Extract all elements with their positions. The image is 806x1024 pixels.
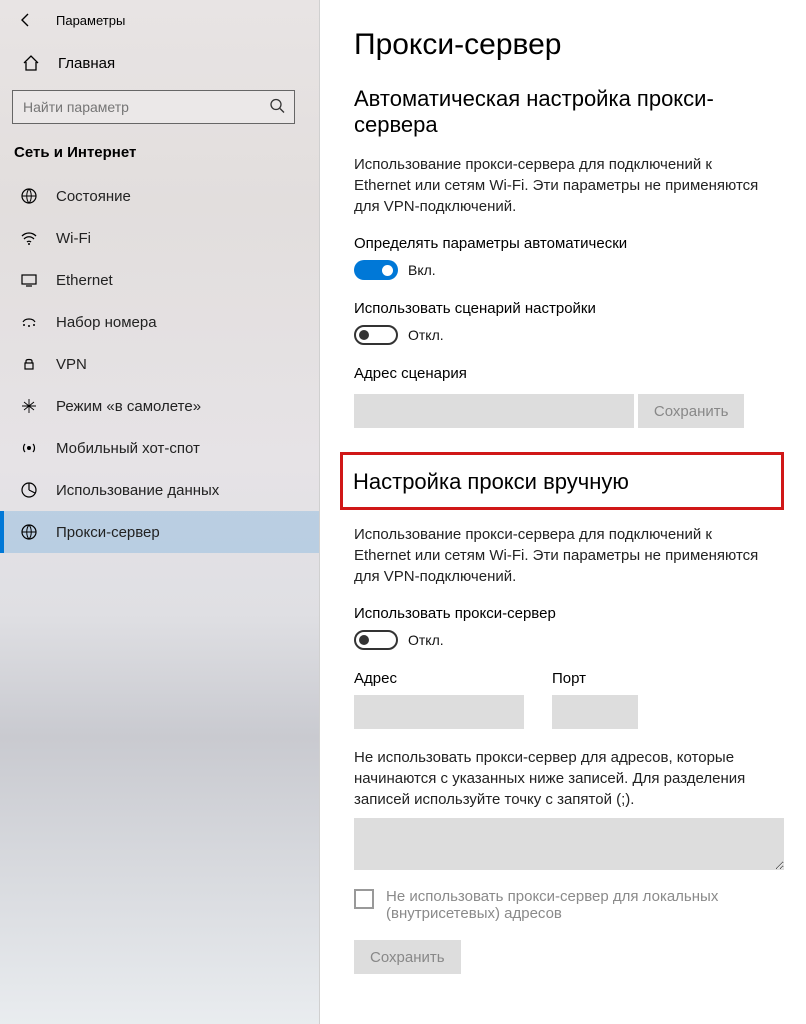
manual-save-button[interactable]: Сохранить xyxy=(354,940,461,974)
app-title: Параметры xyxy=(56,13,125,28)
auto-section-desc: Использование прокси-сервера для подключ… xyxy=(354,154,772,217)
dialup-icon xyxy=(20,313,38,331)
port-label: Порт xyxy=(552,670,638,687)
category-header: Сеть и Интернет xyxy=(0,138,319,175)
ethernet-icon xyxy=(20,271,38,289)
sidebar-item-dialup[interactable]: Набор номера xyxy=(0,301,319,343)
home-icon xyxy=(22,54,40,72)
sidebar-item-label: Мобильный хот-спот xyxy=(56,440,200,457)
sidebar-item-label: Использование данных xyxy=(56,482,219,499)
sidebar-item-vpn[interactable]: VPN xyxy=(0,343,319,385)
sidebar: Параметры Главная Сеть и Интернет Состоя… xyxy=(0,0,320,1024)
sidebar-item-status[interactable]: Состояние xyxy=(0,175,319,217)
proxy-icon xyxy=(20,523,38,541)
sidebar-item-label: Состояние xyxy=(56,188,131,205)
sidebar-item-datausage[interactable]: Использование данных xyxy=(0,469,319,511)
exceptions-input[interactable] xyxy=(354,818,784,870)
search-row xyxy=(0,86,319,138)
home-nav[interactable]: Главная xyxy=(0,34,319,86)
use-proxy-toggle[interactable] xyxy=(354,630,398,650)
use-script-state: Откл. xyxy=(408,327,444,343)
hotspot-icon xyxy=(20,439,38,457)
use-proxy-label: Использовать прокси-сервер xyxy=(354,605,772,622)
sidebar-item-wifi[interactable]: Wi-Fi xyxy=(0,217,319,259)
address-input[interactable] xyxy=(354,695,524,729)
sidebar-item-hotspot[interactable]: Мобильный хот-спот xyxy=(0,427,319,469)
sidebar-item-label: Ethernet xyxy=(56,272,113,289)
manual-section-desc: Использование прокси-сервера для подключ… xyxy=(354,524,772,587)
address-col: Адрес xyxy=(354,670,524,729)
script-address-label: Адрес сценария xyxy=(354,365,772,382)
back-button[interactable] xyxy=(18,12,34,28)
use-proxy-state: Откл. xyxy=(408,632,444,648)
manual-section-title: Настройка прокси вручную xyxy=(353,469,771,495)
title-bar: Параметры xyxy=(0,0,319,34)
status-icon xyxy=(20,187,38,205)
address-label: Адрес xyxy=(354,670,524,687)
use-script-toggle[interactable] xyxy=(354,325,398,345)
exceptions-text: Не использовать прокси-сервер для адресо… xyxy=(354,747,772,810)
vpn-icon xyxy=(20,355,38,373)
auto-detect-label: Определять параметры автоматически xyxy=(354,235,772,252)
auto-save-button[interactable]: Сохранить xyxy=(638,394,745,428)
airplane-icon xyxy=(20,397,38,415)
port-input[interactable] xyxy=(552,695,638,729)
sidebar-item-ethernet[interactable]: Ethernet xyxy=(0,259,319,301)
auto-section-title: Автоматическая настройка прокси-сервера xyxy=(354,86,772,138)
use-script-label: Использовать сценарий настройки xyxy=(354,300,772,317)
local-exclude-checkbox[interactable] xyxy=(354,889,374,909)
manual-highlight: Настройка прокси вручную xyxy=(340,452,784,510)
auto-detect-toggle[interactable] xyxy=(354,260,398,280)
search-icon xyxy=(269,98,285,117)
sidebar-item-label: Набор номера xyxy=(56,314,157,331)
sidebar-item-airplane[interactable]: Режим «в самолете» xyxy=(0,385,319,427)
datausage-icon xyxy=(20,481,38,499)
local-exclude-label: Не использовать прокси-сервер для локаль… xyxy=(386,888,746,922)
content-pane: Прокси-сервер Автоматическая настройка п… xyxy=(320,0,806,1024)
sidebar-item-label: VPN xyxy=(56,356,87,373)
search-input[interactable] xyxy=(12,90,295,124)
home-label: Главная xyxy=(58,55,115,72)
sidebar-item-label: Wi-Fi xyxy=(56,230,91,247)
auto-detect-state: Вкл. xyxy=(408,262,436,278)
port-col: Порт xyxy=(552,670,638,729)
page-title: Прокси-сервер xyxy=(354,28,772,62)
sidebar-item-label: Прокси-сервер xyxy=(56,524,160,541)
wifi-icon xyxy=(20,229,38,247)
script-address-input[interactable] xyxy=(354,394,634,428)
sidebar-item-label: Режим «в самолете» xyxy=(56,398,201,415)
sidebar-item-proxy[interactable]: Прокси-сервер xyxy=(0,511,319,553)
